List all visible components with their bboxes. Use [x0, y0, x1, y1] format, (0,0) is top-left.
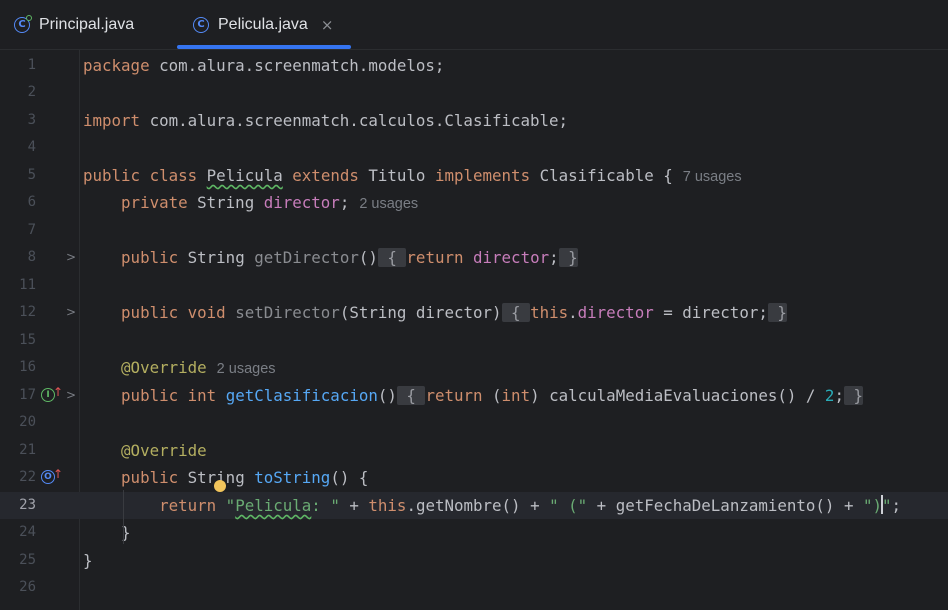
folded-region[interactable]: } [558, 248, 578, 267]
code-text: package com.alura.screenmatch.modelos; [83, 56, 445, 75]
go-up-arrow-icon[interactable]: ↑ [53, 382, 63, 402]
code-line: 24 } [0, 519, 948, 546]
code-line: 11 [0, 272, 948, 299]
code-line: 21 @Override [0, 437, 948, 464]
line-number: 6 [27, 194, 36, 210]
code-line: 16 @Override 2 usages [0, 354, 948, 381]
fold-expand-icon[interactable]: > [66, 244, 76, 271]
line-number: 2 [27, 84, 36, 100]
code-text[interactable]: return "Pelicula: " + this.getNombre() +… [83, 492, 901, 519]
tab-label: Pelicula.java [218, 15, 308, 33]
line-number: 20 [19, 414, 36, 430]
java-class-icon: C [193, 16, 209, 33]
line-number: 16 [19, 359, 36, 375]
code-editor[interactable]: 1 package com.alura.screenmatch.modelos;… [0, 50, 948, 610]
line-number: 23 [19, 497, 36, 513]
line-number: 3 [27, 112, 36, 128]
code-line: 7 [0, 217, 948, 244]
code-line: 22 O ↑ public String toString() { [0, 464, 948, 492]
code-line: 26 [0, 574, 948, 601]
code-text: public String getDirector() { return dir… [121, 248, 578, 267]
code-text: import com.alura.screenmatch.calculos.Cl… [83, 111, 569, 130]
code-line: 25 } [0, 547, 948, 574]
line-number: 24 [19, 524, 36, 540]
line-number: 12 [19, 304, 36, 320]
line-number: 1 [27, 57, 36, 73]
java-class-icon: C [14, 14, 32, 33]
ide-window: C Principal.java C Pelicula.java × 1 pac… [0, 0, 948, 610]
code-line: 6 private String director; 2 usages [0, 189, 948, 216]
code-line: 20 [0, 409, 948, 436]
code-text: @Override [121, 441, 207, 460]
code-line: 4 [0, 134, 948, 161]
folded-region[interactable]: { [396, 386, 426, 405]
active-tab-indicator [177, 45, 351, 49]
close-tab-icon[interactable]: × [321, 16, 334, 34]
folded-region[interactable]: } [843, 386, 863, 405]
code-text: public int getClasificacion() { return (… [121, 386, 863, 405]
line-number: 26 [19, 579, 36, 595]
lightbulb-icon[interactable] [214, 480, 226, 492]
line-number: 7 [27, 222, 36, 238]
usages-hint[interactable]: 2 usages [359, 196, 418, 212]
editor-tab-bar: C Principal.java C Pelicula.java × [0, 0, 948, 50]
line-number: 11 [19, 277, 36, 293]
code-text: public void setDirector(String director)… [121, 303, 787, 322]
go-up-arrow-icon[interactable]: ↑ [53, 464, 63, 484]
code-text: private String director; 2 usages [121, 193, 419, 212]
class-name[interactable]: Pelicula [207, 166, 283, 185]
line-number: 5 [27, 167, 36, 183]
code-line-current: 23 return "Pelicula: " + this.getNombre(… [0, 492, 948, 519]
folded-region[interactable]: { [377, 248, 407, 267]
line-number: 4 [27, 139, 36, 155]
fold-expand-icon[interactable]: > [66, 299, 76, 326]
indent-guide [123, 490, 124, 544]
usages-hint[interactable]: 2 usages [217, 361, 276, 377]
tab-principal-java[interactable]: C Principal.java [14, 0, 134, 49]
fold-expand-icon[interactable]: > [66, 382, 76, 409]
code-line: 12 > public void setDirector(String dire… [0, 299, 948, 326]
code-text: @Override 2 usages [121, 358, 276, 377]
code-text: } [83, 551, 93, 570]
line-number: 25 [19, 552, 36, 568]
code-line: 1 package com.alura.screenmatch.modelos; [0, 52, 948, 79]
tab-pelicula-java[interactable]: C Pelicula.java × [193, 0, 333, 49]
code-line: 15 [0, 327, 948, 354]
code-line: 2 [0, 79, 948, 106]
line-number: 21 [19, 442, 36, 458]
line-number: 15 [19, 332, 36, 348]
folded-region[interactable]: } [767, 303, 787, 322]
usages-hint[interactable]: 7 usages [683, 169, 742, 185]
code-line: 17 I ↑ > public int getClasificacion() {… [0, 382, 948, 409]
tab-label: Principal.java [39, 15, 135, 33]
folded-region[interactable]: { [501, 303, 531, 322]
code-line: 3 import com.alura.screenmatch.calculos.… [0, 107, 948, 134]
code-line: 5 public class Pelicula extends Titulo i… [0, 162, 948, 189]
code-line: 8 > public String getDirector() { return… [0, 244, 948, 271]
line-number: 8 [27, 249, 36, 265]
line-number: 17 [19, 387, 36, 403]
line-number: 22 [19, 469, 36, 485]
code-text: public class Pelicula extends Titulo imp… [83, 166, 742, 185]
